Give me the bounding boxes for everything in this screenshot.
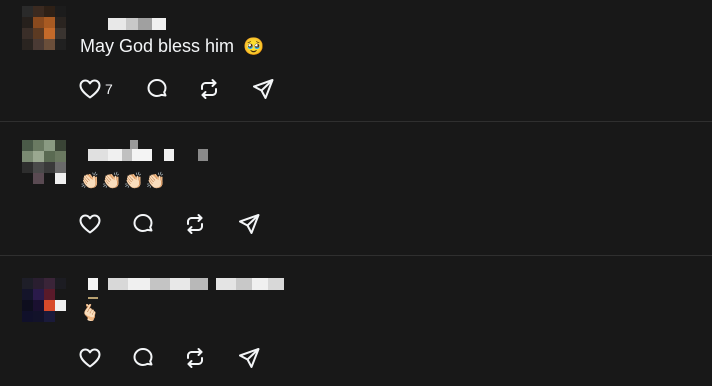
post-actions: 7 <box>78 76 275 102</box>
post-emoji: 🥹 <box>243 37 265 56</box>
username-redacted[interactable] <box>108 18 166 30</box>
share-icon <box>251 77 275 101</box>
comment-icon <box>131 212 155 236</box>
avatar[interactable] <box>22 278 66 322</box>
username-redacted[interactable] <box>88 278 284 290</box>
post-2: 👏🏻👏🏻👏🏻👏🏻 <box>0 122 712 255</box>
heart-icon <box>78 77 102 101</box>
share-button[interactable] <box>237 211 261 237</box>
post-1: May God bless him 🥹 7 <box>0 0 712 121</box>
heart-icon <box>78 346 102 370</box>
like-button[interactable] <box>78 345 122 371</box>
post-text-body: May God bless him <box>80 36 235 56</box>
like-button[interactable]: 7 <box>78 76 122 102</box>
repost-icon <box>183 212 207 236</box>
repost-icon <box>197 77 221 101</box>
share-icon <box>237 212 261 236</box>
repost-button[interactable] <box>183 211 207 237</box>
comment-button[interactable] <box>145 76 169 102</box>
post-actions <box>78 211 261 237</box>
repost-button[interactable] <box>183 345 207 371</box>
repost-button[interactable] <box>197 76 221 102</box>
avatar[interactable] <box>22 6 66 50</box>
comment-icon <box>145 77 169 101</box>
like-count: 7 <box>105 81 113 97</box>
post-text: May God bless him 🥹 <box>80 35 264 58</box>
emoji-accent-mark <box>88 297 98 299</box>
post-3: 🫰🏻 <box>0 256 712 386</box>
username-redacted-mark <box>130 140 138 149</box>
share-icon <box>237 346 261 370</box>
comment-button[interactable] <box>131 211 155 237</box>
post-emoji: 👏🏻👏🏻👏🏻👏🏻 <box>80 173 168 190</box>
avatar[interactable] <box>22 140 66 184</box>
share-button[interactable] <box>251 76 275 102</box>
post-actions <box>78 345 261 371</box>
share-button[interactable] <box>237 345 261 371</box>
repost-icon <box>183 346 207 370</box>
post-emoji: 🫰🏻 <box>80 305 102 322</box>
comment-icon <box>131 346 155 370</box>
comment-button[interactable] <box>131 345 155 371</box>
like-button[interactable] <box>78 211 122 237</box>
username-redacted[interactable] <box>88 149 210 161</box>
heart-icon <box>78 212 102 236</box>
